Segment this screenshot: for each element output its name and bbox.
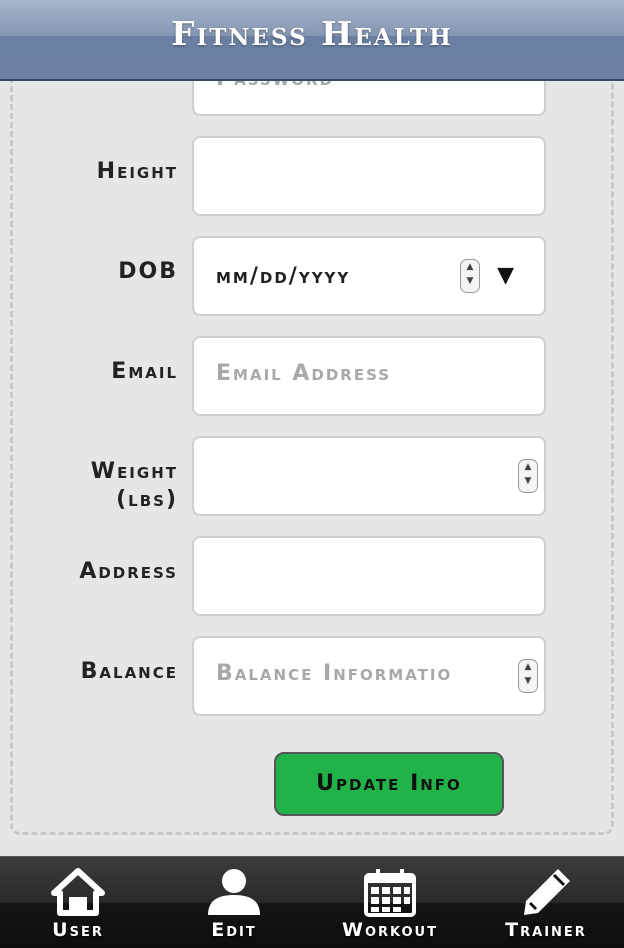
weight-field[interactable]: ▲ ▼ <box>192 436 546 516</box>
height-field[interactable] <box>192 136 546 216</box>
dob-dropdown-icon[interactable]: ▼ <box>497 263 514 288</box>
bottom-nav: User Edit Workout Trainer <box>0 856 624 948</box>
nav-item-user[interactable]: User <box>0 857 156 948</box>
nav-item-edit[interactable]: Edit <box>156 857 312 948</box>
email-field[interactable]: Email Address <box>192 336 546 416</box>
app-title: Fitness Health <box>171 14 453 53</box>
nav-item-workout[interactable]: Workout <box>312 857 468 948</box>
balance-placeholder: Balance Informatio <box>216 661 453 686</box>
app-header: Fitness Health <box>0 0 624 81</box>
home-icon <box>51 868 105 916</box>
weight-label-unit: (lbs) <box>116 487 178 512</box>
calendar-icon <box>364 869 416 917</box>
address-label: Address <box>79 559 178 584</box>
address-field[interactable] <box>192 536 546 616</box>
nav-item-trainer[interactable]: Trainer <box>468 857 624 948</box>
balance-field[interactable]: Balance Informatio ▲ ▼ <box>192 636 546 716</box>
weight-label-line1: Weight <box>90 459 178 484</box>
dob-stepper[interactable]: ▲ ▼ <box>460 259 480 293</box>
dob-value: mm/dd/yyyy <box>216 264 351 289</box>
dob-label: DOB <box>118 259 178 284</box>
email-label: Email <box>111 359 178 384</box>
weight-label: Weight (lbs) <box>18 458 178 514</box>
dob-field[interactable]: mm/dd/yyyy ▲ ▼ ▼ <box>192 236 546 316</box>
update-info-button[interactable]: Update Info <box>274 752 504 816</box>
nav-label-user: User <box>52 919 104 941</box>
pencil-icon <box>524 869 570 915</box>
balance-label: Balance <box>80 659 178 684</box>
nav-label-trainer: Trainer <box>505 919 587 941</box>
nav-label-workout: Workout <box>342 919 438 941</box>
email-placeholder: Email Address <box>216 361 392 386</box>
person-icon <box>208 869 260 915</box>
nav-label-edit: Edit <box>211 919 257 941</box>
balance-stepper[interactable]: ▲ ▼ <box>518 659 538 693</box>
weight-stepper[interactable]: ▲ ▼ <box>518 459 538 493</box>
height-label: Height <box>96 159 178 184</box>
